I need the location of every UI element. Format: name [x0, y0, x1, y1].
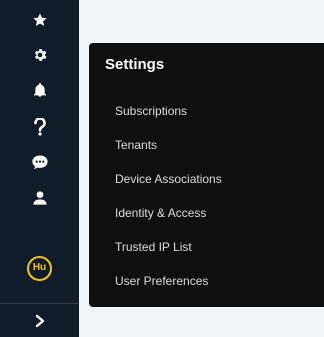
help-button[interactable] — [0, 109, 79, 145]
chat-icon — [31, 154, 49, 170]
settings-title: Settings — [105, 56, 165, 73]
favorites-button[interactable] — [0, 2, 79, 38]
settings-item-device-associations[interactable]: Device Associations — [115, 172, 222, 186]
chat-button[interactable] — [0, 144, 79, 180]
chevron-right-icon — [34, 314, 46, 328]
settings-item-identity-access[interactable]: Identity & Access — [115, 206, 206, 220]
bell-icon — [32, 82, 48, 98]
settings-panel: Settings Subscriptions Tenants Device As… — [89, 43, 324, 307]
gear-icon — [32, 47, 48, 63]
settings-button[interactable] — [0, 37, 79, 73]
settings-item-trusted-ip-list[interactable]: Trusted IP List — [115, 240, 192, 254]
star-icon — [32, 12, 48, 28]
avatar: Hu — [27, 255, 52, 281]
settings-item-tenants[interactable]: Tenants — [115, 138, 157, 152]
nav-sidebar: Hu — [0, 0, 79, 337]
avatar-initials: Hu — [32, 262, 47, 273]
settings-item-user-preferences[interactable]: User Preferences — [115, 274, 208, 288]
question-icon — [33, 118, 47, 136]
account-avatar-button[interactable]: Hu — [0, 250, 79, 286]
expand-sidebar-button[interactable] — [0, 304, 79, 337]
profile-button[interactable] — [0, 180, 79, 216]
settings-item-subscriptions[interactable]: Subscriptions — [115, 104, 187, 118]
user-icon — [32, 190, 48, 206]
notifications-button[interactable] — [0, 72, 79, 108]
